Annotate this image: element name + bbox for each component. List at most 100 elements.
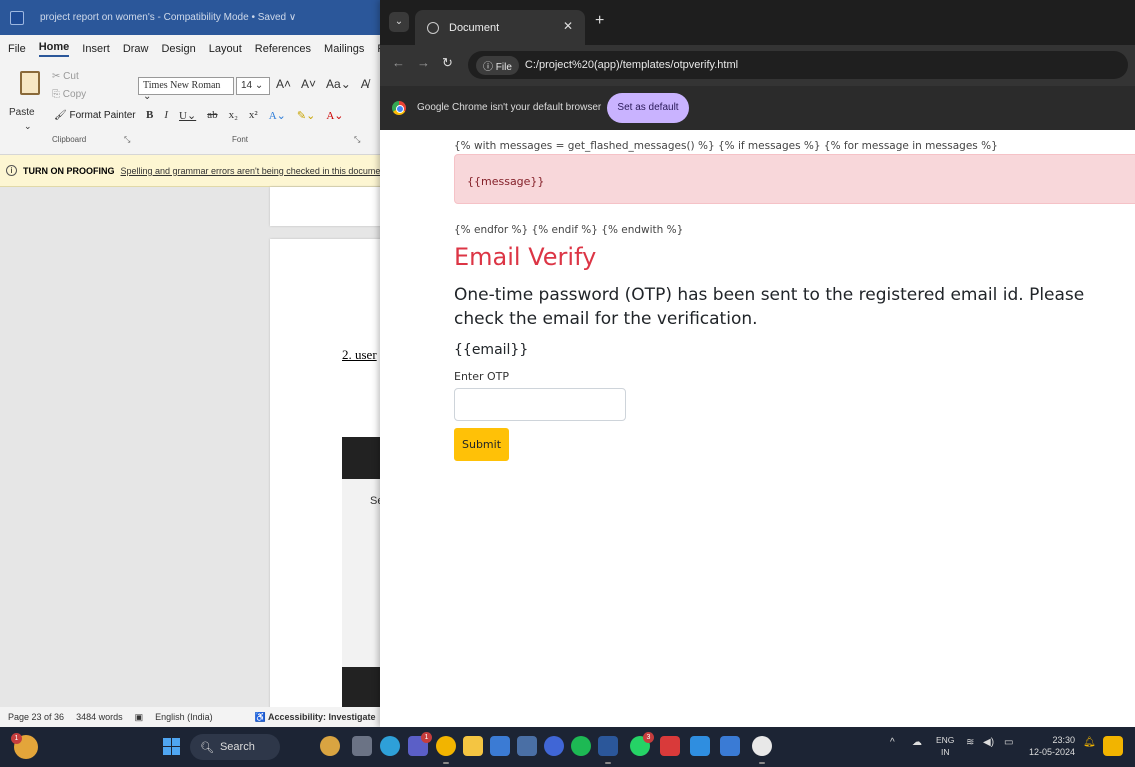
highlight-icon[interactable]: ✎⌄ xyxy=(297,109,315,122)
file-explorer-icon[interactable] xyxy=(463,736,483,756)
underline-icon[interactable]: U⌄ xyxy=(179,109,196,122)
default-browser-infobar: Google Chrome isn't your default browser… xyxy=(380,86,1135,130)
language-status[interactable]: English (India) xyxy=(155,712,213,722)
edge-icon[interactable] xyxy=(380,736,400,756)
screen: project report on women's - Compatibilit… xyxy=(0,0,1135,767)
menu-references[interactable]: References xyxy=(255,43,311,55)
tab-document[interactable]: Document ✕ xyxy=(415,10,585,45)
template-code-top: {% with messages = get_flashed_messages(… xyxy=(454,140,998,152)
scissors-icon: ✂ xyxy=(52,71,64,82)
close-tab-icon[interactable]: ✕ xyxy=(563,19,573,33)
menu-layout[interactable]: Layout xyxy=(209,43,242,55)
font-color-icon[interactable]: A⌄ xyxy=(326,109,343,122)
taskbar-search[interactable]: 🔍︎ Search xyxy=(190,734,280,760)
site-info-chip[interactable]: ⓘ File xyxy=(476,55,519,75)
cut-label: Cut xyxy=(63,71,79,82)
text-effects-icon[interactable]: A⌄ xyxy=(269,109,286,122)
subscript-icon[interactable]: x₂ xyxy=(229,109,238,122)
page-content: {% with messages = get_flashed_messages(… xyxy=(380,130,1135,727)
word-running-indicator xyxy=(605,762,611,764)
menu-mailings[interactable]: Mailings xyxy=(324,43,364,55)
bold-icon[interactable]: B xyxy=(146,109,153,122)
word-taskbar-icon[interactable] xyxy=(598,736,618,764)
word-count[interactable]: 3484 words xyxy=(76,712,123,722)
paste-dropdown-icon[interactable]: ⌄ xyxy=(24,121,32,132)
superscript-icon[interactable]: x² xyxy=(249,109,258,122)
pdf-reader-icon[interactable] xyxy=(660,736,680,756)
menu-draw[interactable]: Draw xyxy=(123,43,149,55)
whatsapp-badge: 3 xyxy=(643,732,654,743)
paste-button[interactable]: Paste xyxy=(9,107,35,118)
address-bar[interactable]: ⓘ File C:/project%20(app)/templates/otpv… xyxy=(468,51,1128,79)
start-icon[interactable] xyxy=(163,738,180,755)
chrome-tab-strip: ⌄ Document ✕ + xyxy=(380,0,1135,45)
page-title: Email Verify xyxy=(454,243,597,271)
copilot-icon[interactable] xyxy=(320,736,340,756)
onedrive-icon[interactable]: ☁ xyxy=(912,737,922,748)
weather-widget-icon[interactable]: 1 xyxy=(11,733,38,759)
shrink-font-icon[interactable]: A˅ xyxy=(301,77,316,91)
battery-icon[interactable]: ▭ xyxy=(1004,737,1013,748)
new-tab-icon[interactable]: + xyxy=(595,12,604,30)
input-language-indicator[interactable]: ENG IN xyxy=(936,734,954,758)
mail-icon[interactable] xyxy=(490,736,510,756)
taskbar: 1 🔍︎ Search 1 3 ^ ☁ ENG IN ≋ ◀) ▭ 23:30 1… xyxy=(0,727,1135,767)
notification-bell-icon[interactable]: 🔔︎ xyxy=(1083,737,1096,748)
submit-button[interactable]: Submit xyxy=(454,428,509,461)
media-player-icon[interactable] xyxy=(544,736,564,756)
forward-icon[interactable]: → xyxy=(417,55,430,70)
vscode-icon[interactable] xyxy=(690,736,710,756)
format-painter-button[interactable]: 🖌 Format Painter xyxy=(54,110,136,121)
copy-button[interactable]: ⎘ Copy xyxy=(52,89,86,100)
clipboard-group-label: Clipboard xyxy=(52,135,87,144)
chrome-profile-indicator xyxy=(759,762,765,764)
accessibility-status[interactable]: ♿ Accessibility: Investigate xyxy=(255,712,376,723)
whatsapp-icon[interactable]: 3 xyxy=(630,732,654,756)
task-view-icon[interactable] xyxy=(352,736,372,756)
photos-icon[interactable] xyxy=(517,736,537,756)
word-document-title[interactable]: project report on women's - Compatibilit… xyxy=(40,12,296,23)
chrome-window: ⌄ Document ✕ + ← → ↻ ⓘ File C:/project%2… xyxy=(380,0,1135,727)
clear-format-icon[interactable]: A̸ xyxy=(361,77,369,91)
font-dialog-launcher-icon[interactable]: ⤡ xyxy=(354,135,360,145)
back-icon[interactable]: ← xyxy=(392,55,405,70)
chrome-profile-icon[interactable] xyxy=(752,736,772,764)
python-idle-icon[interactable] xyxy=(720,736,740,756)
set-as-default-button[interactable]: Set as default xyxy=(607,93,689,123)
volume-icon[interactable]: ◀) xyxy=(983,737,994,748)
clock-date: 12-05-2024 xyxy=(1028,747,1075,757)
spotify-icon[interactable] xyxy=(571,736,591,756)
format-painter-label: Format Painter xyxy=(69,110,136,121)
widgets-corner-icon[interactable] xyxy=(1103,736,1123,756)
chrome-taskbar-icon[interactable] xyxy=(436,736,456,764)
grow-font-icon[interactable]: A˄ xyxy=(276,77,291,91)
italic-icon[interactable]: I xyxy=(164,109,168,122)
font-size-select[interactable]: 14 ⌄ xyxy=(236,77,270,95)
otp-input[interactable] xyxy=(454,388,626,421)
teams-badge: 1 xyxy=(421,732,432,743)
alert-message: {{message}} xyxy=(467,175,545,188)
dialog-launcher-icon[interactable]: ⤡ xyxy=(124,135,130,145)
flash-alert: {{message}} xyxy=(454,154,1135,204)
menu-insert[interactable]: Insert xyxy=(82,43,110,55)
wifi-icon[interactable]: ≋ xyxy=(966,737,974,748)
copy-label: Copy xyxy=(62,89,87,100)
change-case-icon[interactable]: Aa⌄ xyxy=(326,77,351,91)
tab-search-icon[interactable]: ⌄ xyxy=(389,12,409,32)
cut-button[interactable]: ✂ Cut xyxy=(52,71,79,82)
menu-file[interactable]: File xyxy=(8,43,26,55)
menu-design[interactable]: Design xyxy=(161,43,195,55)
strikethrough-icon[interactable]: ab xyxy=(207,109,217,122)
reload-icon[interactable]: ↻ xyxy=(442,55,453,71)
teams-icon[interactable]: 1 xyxy=(408,732,432,756)
menu-home[interactable]: Home xyxy=(38,41,70,57)
proofing-status-icon[interactable]: ▣ xyxy=(135,712,144,723)
url-text[interactable]: C:/project%20(app)/templates/otpverify.h… xyxy=(525,59,738,71)
proofing-link[interactable]: Spelling and grammar errors aren't being… xyxy=(121,166,381,176)
tray-overflow-icon[interactable]: ^ xyxy=(890,737,895,748)
font-family-select[interactable]: Times New Roman ⌄ xyxy=(138,77,234,102)
page-count[interactable]: Page 23 of 36 xyxy=(8,712,64,722)
clock[interactable]: 23:30 12-05-2024 xyxy=(1025,734,1075,758)
paste-icon[interactable] xyxy=(20,71,40,95)
copy-icon: ⎘ xyxy=(52,89,63,100)
